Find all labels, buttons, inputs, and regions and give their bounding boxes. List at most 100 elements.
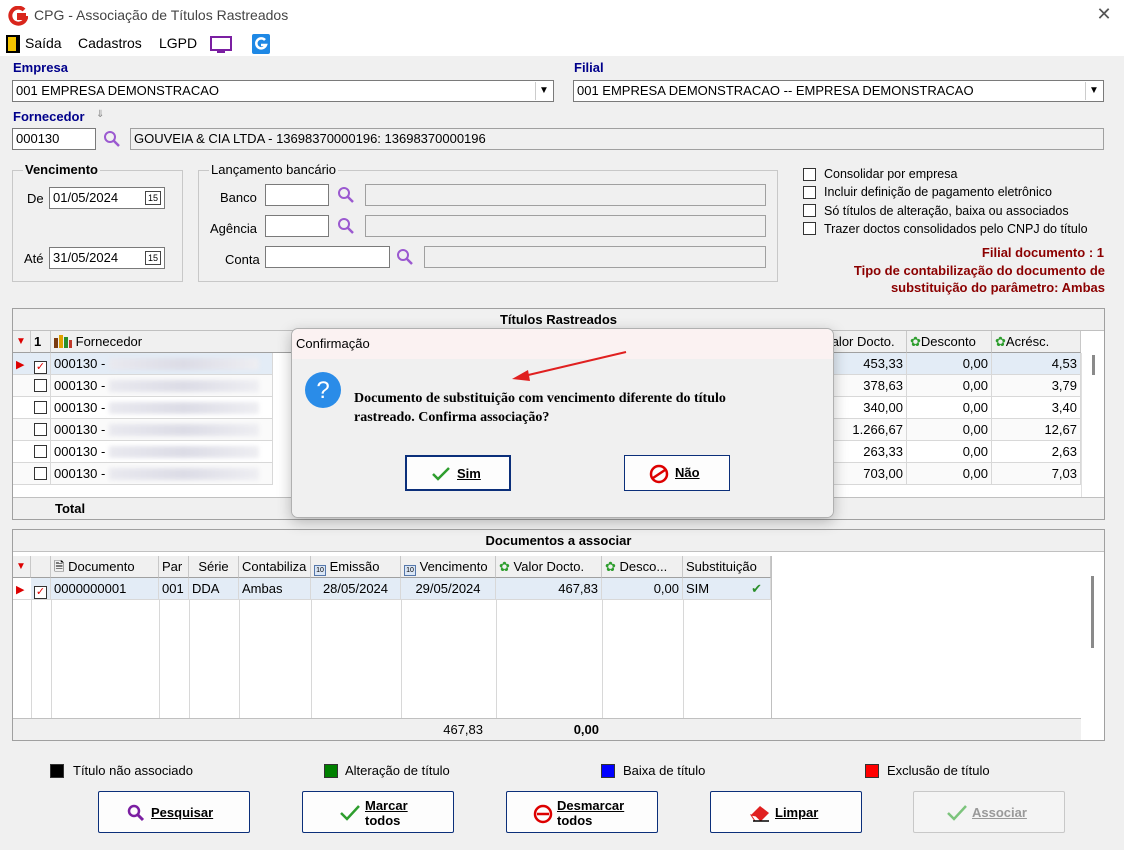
calendar-icon[interactable]: 15	[145, 191, 161, 205]
titulo-acresc-cell[interactable]: 3,40	[992, 397, 1081, 419]
limpar-button[interactable]: Limpar	[710, 791, 862, 833]
checked-icon: ✓	[34, 361, 47, 374]
filial-select[interactable]: 001 EMPRESA DEMONSTRACAO -- EMPRESA DEMO…	[573, 80, 1104, 102]
total-valor: 467,83	[443, 722, 483, 737]
scrollbar-thumb[interactable]	[1092, 355, 1095, 375]
titulo-fornecedor-cell[interactable]: 000130 -	[51, 353, 273, 375]
doc-desconto-cell[interactable]: 0,00	[602, 578, 683, 600]
trazer-doctos-checkbox[interactable]	[803, 222, 816, 235]
col-desconto-header[interactable]: ✿Desconto	[907, 331, 992, 353]
so-titulos-checkbox[interactable]	[803, 204, 816, 217]
menu-saida[interactable]: Saída	[25, 35, 62, 51]
titulo-row-checkbox[interactable]	[31, 397, 51, 419]
doc-row-checkbox[interactable]: ✓	[31, 578, 51, 600]
monitor-icon[interactable]	[210, 36, 232, 54]
pagamento-eletronico-checkbox[interactable]	[803, 186, 816, 199]
titulo-desconto-cell[interactable]: 0,00	[907, 353, 992, 375]
search-icon[interactable]	[337, 217, 355, 235]
doc-substituicao-value: SIM	[686, 581, 710, 596]
titulo-fornecedor-cell[interactable]: 000130 -	[51, 441, 273, 463]
col-valor-label: Valor Docto.	[513, 559, 585, 574]
marcar-todos-button[interactable]: Marcar todos	[302, 791, 454, 833]
search-icon[interactable]	[396, 248, 414, 266]
conta-input[interactable]	[265, 246, 390, 268]
col-emissao-header[interactable]: 10 Emissão	[311, 556, 401, 578]
g-app-icon[interactable]	[252, 34, 270, 54]
titulo-desconto-cell[interactable]: 0,00	[907, 397, 992, 419]
de-date-input[interactable]: 01/05/2024 15	[49, 187, 165, 209]
doc-vencimento-cell[interactable]: 29/05/2024	[401, 578, 496, 600]
search-icon[interactable]	[103, 130, 121, 148]
fornecedor-code-input[interactable]: 000130	[12, 128, 96, 150]
col-substituicao-label: Substituição	[686, 559, 757, 574]
sim-button[interactable]: Sim	[405, 455, 511, 491]
calendar-icon[interactable]: 15	[145, 251, 161, 265]
col-serie-header[interactable]: Série	[189, 556, 239, 578]
doc-documento-cell[interactable]: 0000000001	[51, 578, 159, 600]
associar-button[interactable]: Associar	[913, 791, 1065, 833]
unchecked-box	[34, 401, 47, 414]
title-bar: CPG - Associação de Títulos Rastreados ✕	[0, 0, 1124, 32]
exit-door-icon[interactable]	[6, 35, 20, 53]
col-par-header[interactable]: Par	[159, 556, 189, 578]
menu-lgpd[interactable]: LGPD	[159, 35, 197, 51]
titulo-desconto-cell[interactable]: 0,00	[907, 441, 992, 463]
close-icon[interactable]: ✕	[1094, 4, 1114, 26]
consolidar-checkbox[interactable]	[803, 168, 816, 181]
titulo-acresc-cell[interactable]: 2,63	[992, 441, 1081, 463]
col-vencimento-header[interactable]: 10 Vencimento	[401, 556, 496, 578]
search-icon[interactable]	[337, 186, 355, 204]
titulo-fornecedor-cell[interactable]: 000130 -	[51, 397, 273, 419]
nao-button[interactable]: Não	[624, 455, 730, 491]
empresa-select[interactable]: 001 EMPRESA DEMONSTRACAO ▼	[12, 80, 554, 102]
titulo-fornecedor-cell[interactable]: 000130 -	[51, 419, 273, 441]
doc-emissao-cell[interactable]: 28/05/2024	[311, 578, 401, 600]
col-desconto-header[interactable]: ✿ Desco...	[602, 556, 683, 578]
titulo-row-checkbox[interactable]	[31, 441, 51, 463]
ate-date-input[interactable]: 31/05/2024 15	[49, 247, 165, 269]
legend-blue-swatch	[601, 764, 615, 778]
row-pointer-icon: ▶	[16, 359, 25, 371]
scrollbar-thumb[interactable]	[1091, 576, 1094, 648]
calendar-icon: 10	[404, 565, 416, 576]
titulo-row-checkbox[interactable]: ✓	[31, 353, 51, 375]
redacted-text	[109, 446, 259, 458]
conta-description	[424, 246, 766, 268]
titulo-fornecedor-cell[interactable]: 000130 -	[51, 463, 273, 485]
doc-serie-cell[interactable]: DDA	[189, 578, 239, 600]
titulo-desconto-cell[interactable]: 0,00	[907, 463, 992, 485]
so-titulos-label: Só títulos de alteração, baixa ou associ…	[824, 204, 1069, 218]
titulo-acresc-cell[interactable]: 7,03	[992, 463, 1081, 485]
col-valor-header[interactable]: ✿ Valor Docto.	[496, 556, 602, 578]
titulo-fornecedor-cell[interactable]: 000130 -	[51, 375, 273, 397]
doc-substituicao-cell[interactable]: SIM ✔	[683, 578, 771, 600]
col-substituicao-header[interactable]: Substituição	[683, 556, 771, 578]
col-fornecedor-header[interactable]: Fornecedor	[51, 331, 311, 353]
row-pointer: ▶	[13, 578, 31, 600]
titulo-acresc-cell[interactable]: 3,79	[992, 375, 1081, 397]
documentos-scrollbar[interactable]	[1081, 556, 1104, 718]
titulo-desconto-cell[interactable]: 0,00	[907, 419, 992, 441]
col-documento-header[interactable]: 🗎 Documento	[51, 556, 159, 578]
documentos-total-row: 467,83 0,00	[13, 718, 1081, 740]
vencimento-legend: Vencimento	[23, 162, 100, 177]
titulos-scrollbar[interactable]	[1081, 353, 1104, 499]
titulo-acresc-cell[interactable]: 12,67	[992, 419, 1081, 441]
col-acresc-header[interactable]: ✿Acrésc.	[992, 331, 1081, 353]
desmarcar-todos-button[interactable]: Desmarcar todos	[506, 791, 658, 833]
doc-contabiliza-cell[interactable]: Ambas	[239, 578, 311, 600]
menu-cadastros[interactable]: Cadastros	[78, 35, 142, 51]
titulo-acresc-cell[interactable]: 4,53	[992, 353, 1081, 375]
sort-indicator[interactable]: 1	[31, 331, 51, 353]
titulo-row-checkbox[interactable]	[31, 463, 51, 485]
titulo-row-checkbox[interactable]	[31, 419, 51, 441]
menu-bar: Saída Cadastros LGPD	[0, 32, 1124, 56]
titulo-desconto-cell[interactable]: 0,00	[907, 375, 992, 397]
doc-par-cell[interactable]: 001	[159, 578, 189, 600]
banco-input[interactable]	[265, 184, 329, 206]
pesquisar-button[interactable]: Pesquisar	[98, 791, 250, 833]
titulo-row-checkbox[interactable]	[31, 375, 51, 397]
col-contabiliza-header[interactable]: Contabiliza	[239, 556, 311, 578]
agencia-input[interactable]	[265, 215, 329, 237]
doc-valor-cell[interactable]: 467,83	[496, 578, 602, 600]
